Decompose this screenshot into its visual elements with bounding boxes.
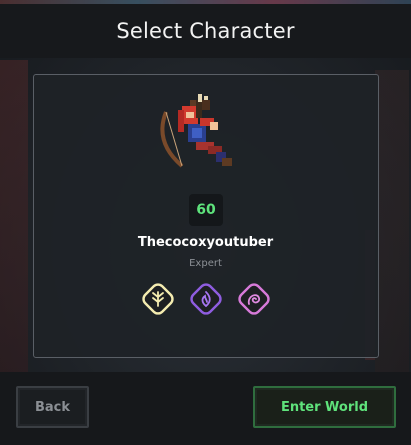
enter-world-button-label: Enter World <box>280 399 369 415</box>
level-value: 60 <box>196 202 216 218</box>
back-button-label: Back <box>34 399 71 415</box>
swirl-crest-icon[interactable] <box>237 282 271 316</box>
character-sprite[interactable] <box>152 92 244 178</box>
background-tree-right <box>375 70 409 380</box>
page-title: Select Character <box>116 19 295 43</box>
enter-world-button[interactable]: Enter World <box>253 386 396 428</box>
character-name: Thecocoxyoutuber <box>137 235 274 250</box>
back-button[interactable]: Back <box>16 386 89 428</box>
archer-body <box>178 94 232 166</box>
character-class: Expert <box>189 258 222 269</box>
flame-crest-icon[interactable] <box>189 282 223 316</box>
tree-crest-icon[interactable] <box>141 282 175 316</box>
background-tree-left <box>0 60 28 380</box>
header-bar: Select Character <box>0 4 411 58</box>
character-badges <box>141 282 271 316</box>
level-badge: 60 <box>189 194 223 226</box>
